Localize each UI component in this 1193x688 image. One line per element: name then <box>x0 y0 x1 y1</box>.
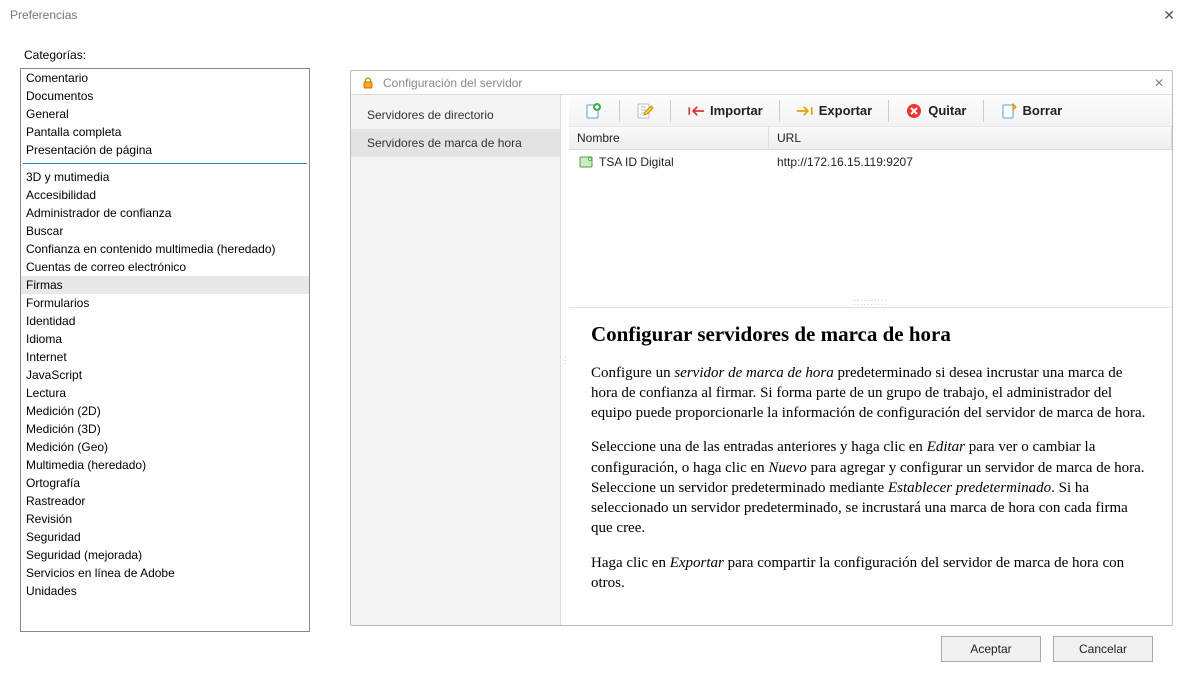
category-item[interactable]: Cuentas de correo electrónico <box>21 258 309 276</box>
category-item[interactable]: Confianza en contenido multimedia (hered… <box>21 240 309 258</box>
category-item[interactable]: Internet <box>21 348 309 366</box>
category-item[interactable]: Comentario <box>21 69 309 87</box>
description-p1: Configure un servidor de marca de hora p… <box>591 363 1150 424</box>
export-arrow-icon <box>796 102 814 120</box>
category-item[interactable]: Documentos <box>21 87 309 105</box>
description-heading: Configurar servidores de marca de hora <box>591 320 1150 348</box>
categories-list[interactable]: ComentarioDocumentosGeneralPantalla comp… <box>20 68 310 632</box>
horizontal-grip[interactable]: :::::::::: <box>569 297 1172 307</box>
import-button[interactable]: Importar <box>677 99 773 123</box>
category-item[interactable]: Ortografía <box>21 474 309 492</box>
close-icon[interactable]: ✕ <box>1155 3 1183 28</box>
category-item[interactable]: Servicios en línea de Adobe <box>21 564 309 582</box>
category-item[interactable]: JavaScript <box>21 366 309 384</box>
vertical-grip[interactable]: ⋮ <box>561 95 569 625</box>
export-label: Exportar <box>819 103 872 118</box>
category-item[interactable]: Lectura <box>21 384 309 402</box>
clear-button[interactable]: Borrar <box>990 99 1073 123</box>
toolbar: Importar Exportar <box>569 95 1172 127</box>
description-p3: Haga clic en Exportar para compartir la … <box>591 553 1150 594</box>
category-item[interactable]: Seguridad (mejorada) <box>21 546 309 564</box>
server-icon <box>577 153 595 171</box>
col-name[interactable]: Nombre <box>569 127 769 149</box>
subnav-item[interactable]: Servidores de directorio <box>351 101 560 129</box>
server-name: TSA ID Digital <box>599 155 674 169</box>
category-item[interactable]: Firmas <box>21 276 309 294</box>
remove-icon <box>905 102 923 120</box>
category-divider <box>23 163 307 164</box>
category-item[interactable]: Pantalla completa <box>21 123 309 141</box>
col-url[interactable]: URL <box>769 127 1172 149</box>
category-item[interactable]: Medición (Geo) <box>21 438 309 456</box>
remove-button[interactable]: Quitar <box>895 99 976 123</box>
category-item[interactable]: Seguridad <box>21 528 309 546</box>
description-p2: Seleccione una de las entradas anteriore… <box>591 437 1150 538</box>
category-item[interactable]: Multimedia (heredado) <box>21 456 309 474</box>
panel-title-text: Configuración del servidor <box>383 76 522 90</box>
clear-label: Borrar <box>1023 103 1063 118</box>
server-table-header: Nombre URL <box>569 127 1172 150</box>
sub-nav: Servidores de directorioServidores de ma… <box>351 95 561 625</box>
export-button[interactable]: Exportar <box>786 99 882 123</box>
category-item[interactable]: Idioma <box>21 330 309 348</box>
window-title: Preferencias <box>10 8 77 22</box>
window-titlebar: Preferencias ✕ <box>0 0 1193 30</box>
category-item[interactable]: 3D y mutimedia <box>21 168 309 186</box>
category-item[interactable]: Medición (3D) <box>21 420 309 438</box>
table-row[interactable]: TSA ID Digital http://172.16.15.119:9207 <box>569 150 1172 174</box>
panel-close-icon[interactable]: ✕ <box>1154 76 1164 90</box>
subnav-item[interactable]: Servidores de marca de hora <box>351 129 560 157</box>
add-icon <box>585 102 603 120</box>
edit-icon <box>636 102 654 120</box>
clear-icon <box>1000 102 1018 120</box>
lock-icon <box>359 74 377 92</box>
category-item[interactable]: Identidad <box>21 312 309 330</box>
category-item[interactable]: Accesibilidad <box>21 186 309 204</box>
category-item[interactable]: Formularios <box>21 294 309 312</box>
category-item[interactable]: Buscar <box>21 222 309 240</box>
edit-button[interactable] <box>626 99 664 123</box>
category-item[interactable]: General <box>21 105 309 123</box>
category-item[interactable]: Medición (2D) <box>21 402 309 420</box>
category-item[interactable]: Presentación de página <box>21 141 309 159</box>
server-url: http://172.16.15.119:9207 <box>769 155 1172 169</box>
new-button[interactable] <box>575 99 613 123</box>
category-item[interactable]: Unidades <box>21 582 309 600</box>
import-label: Importar <box>710 103 763 118</box>
category-item[interactable]: Revisión <box>21 510 309 528</box>
import-arrow-icon <box>687 102 705 120</box>
remove-label: Quitar <box>928 103 966 118</box>
server-config-panel: Configuración del servidor ✕ Servidores … <box>350 70 1173 626</box>
ok-button[interactable]: Aceptar <box>941 636 1041 662</box>
category-item[interactable]: Administrador de confianza <box>21 204 309 222</box>
server-table-body: TSA ID Digital http://172.16.15.119:9207 <box>569 150 1172 297</box>
categories-label: Categorías: <box>24 48 310 62</box>
cancel-button[interactable]: Cancelar <box>1053 636 1153 662</box>
description-pane: Configurar servidores de marca de hora C… <box>569 307 1172 625</box>
category-item[interactable]: Rastreador <box>21 492 309 510</box>
